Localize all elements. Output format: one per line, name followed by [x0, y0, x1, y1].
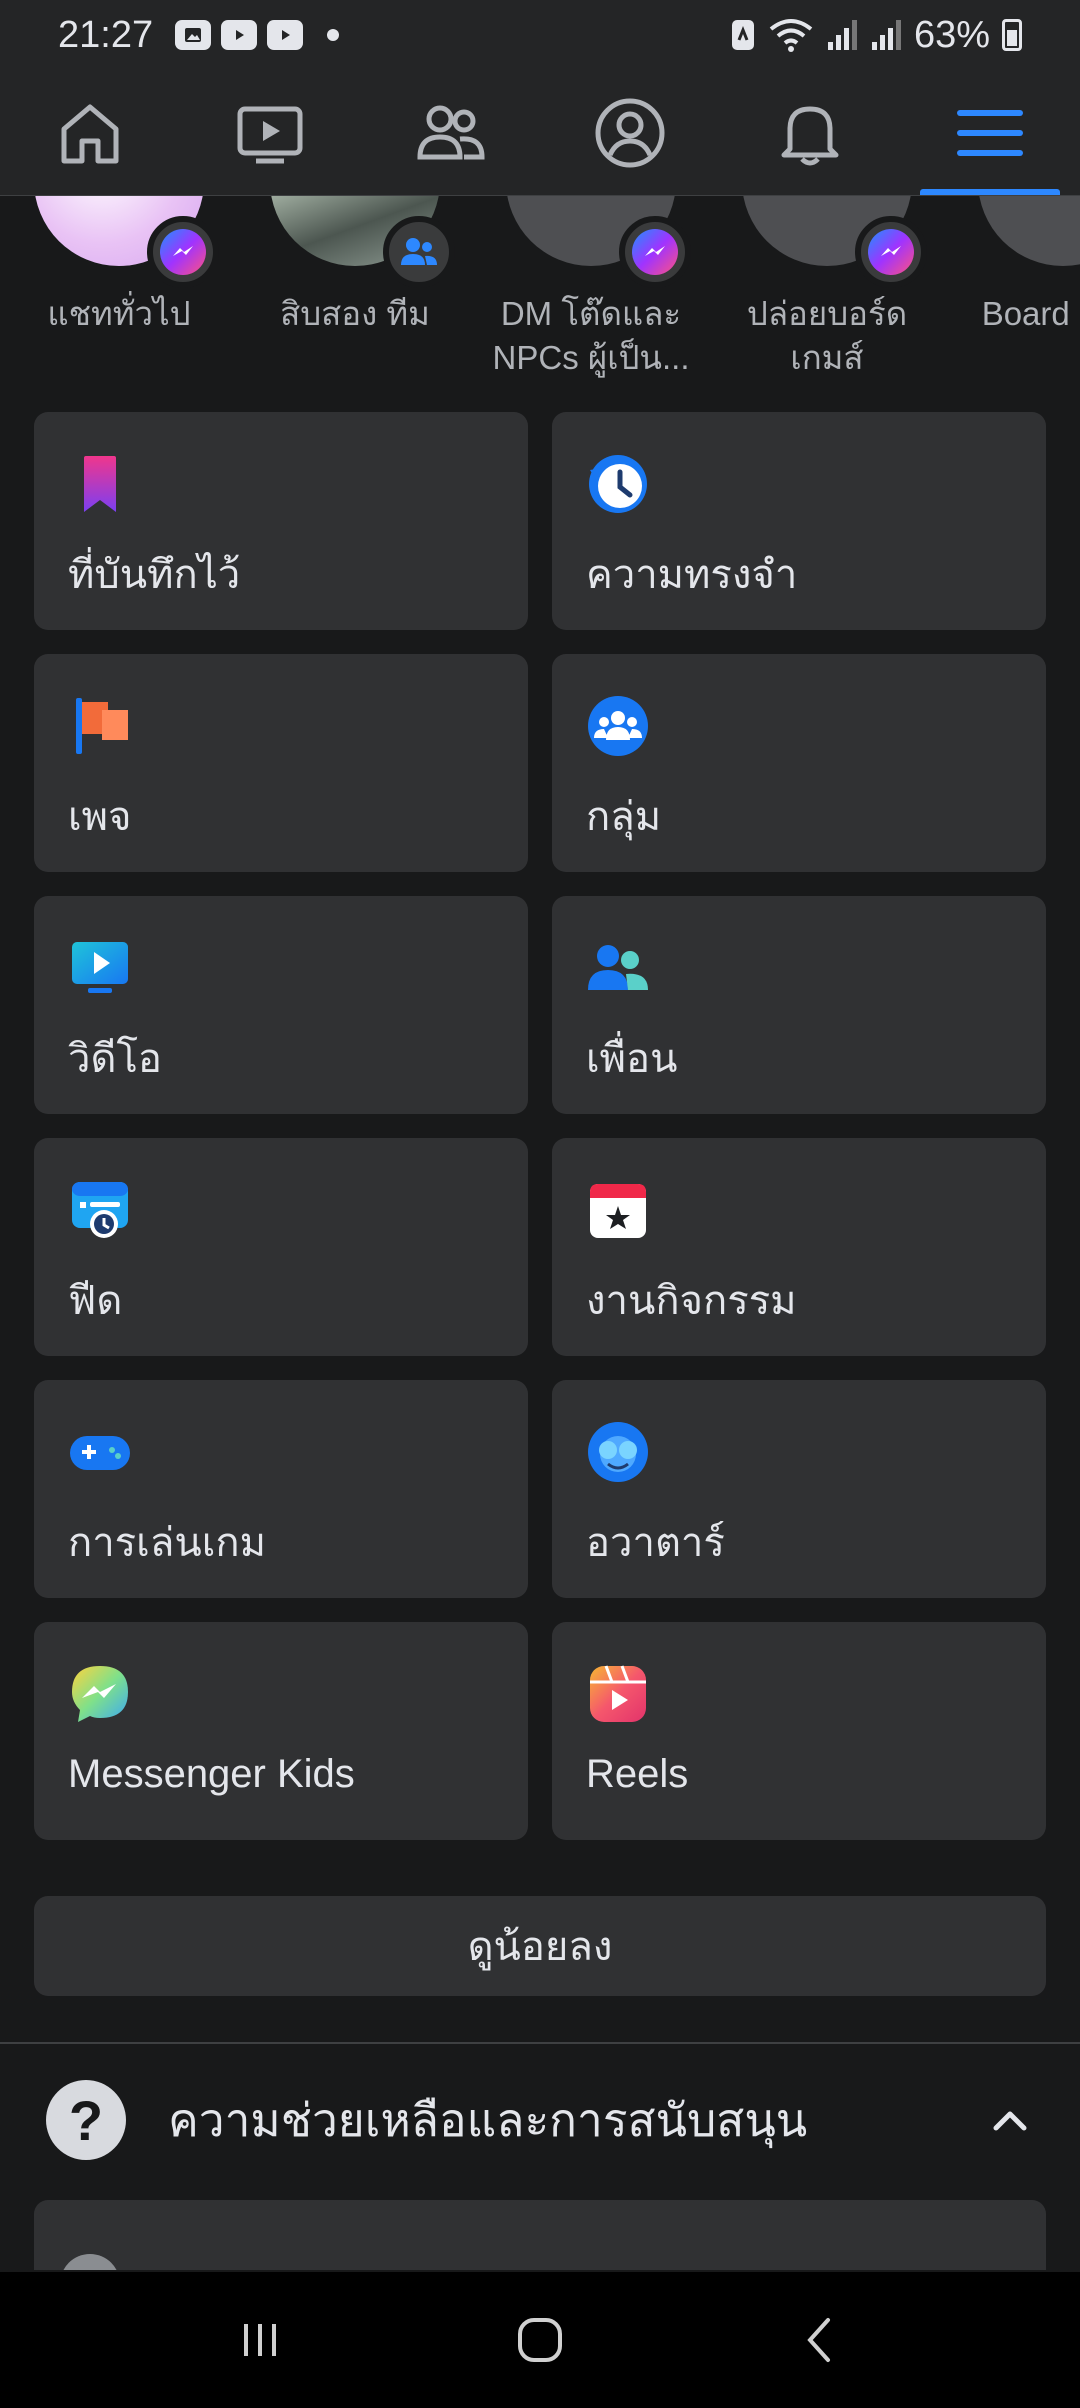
recent-apps-icon[interactable]	[230, 2310, 290, 2370]
menu-item-label: ฟีด	[68, 1279, 123, 1323]
dot-icon	[327, 29, 340, 41]
youtube-icon	[267, 20, 304, 50]
menu-item-saved[interactable]: ที่บันทึกไว้	[34, 412, 528, 630]
memories-clock-icon	[589, 455, 647, 513]
shortcut-label: แชททั่วไป	[47, 295, 191, 332]
shortcut-label: DM โต๊ดและ NPCs ผู้เป็น...	[492, 295, 690, 376]
menu-item-label: เพจ	[68, 795, 132, 839]
video-tv-icon	[72, 942, 128, 993]
avatar-icon	[588, 1422, 648, 1482]
menu-item-pages[interactable]: เพจ	[34, 654, 528, 872]
home-icon	[61, 104, 119, 163]
gallery-icon	[175, 20, 212, 50]
menu-item-memories[interactable]: ความทรงจำ	[552, 412, 1046, 630]
profile-icon	[595, 98, 665, 167]
flag-icon	[76, 698, 128, 754]
menu-item-avatars[interactable]: อวาตาร์	[552, 1380, 1046, 1598]
events-calendar-icon	[590, 1184, 646, 1238]
menu-item-groups[interactable]: กลุ่ม	[552, 654, 1046, 872]
friends-icon	[588, 945, 648, 990]
help-question-icon: ?	[46, 2080, 126, 2160]
video-icon	[237, 106, 303, 163]
lifebuoy-icon	[60, 2254, 120, 2270]
tab-profile[interactable]	[540, 70, 720, 195]
groups-icon	[588, 696, 648, 756]
help-and-support-section[interactable]: ? ความช่วยเหลือและการสนับสนุน	[0, 2070, 1080, 2170]
menu-item-label: วิดีโอ	[68, 1037, 162, 1081]
youtube-icon	[221, 20, 258, 50]
menu-item-label: ที่บันทึกไว้	[68, 553, 241, 597]
back-icon[interactable]	[790, 2310, 850, 2370]
avatar	[978, 196, 1080, 266]
help-item-card[interactable]	[34, 2200, 1046, 2270]
messenger-kids-icon	[72, 1666, 128, 1722]
menu-item-label: การเล่นเกม	[68, 1521, 266, 1565]
signal-icon	[827, 20, 857, 50]
friends-icon	[417, 105, 485, 159]
menu-item-label: Messenger Kids	[68, 1752, 355, 1796]
menu-item-messenger-kids[interactable]: Messenger Kids	[34, 1622, 528, 1840]
tab-menu[interactable]	[900, 70, 1080, 195]
messenger-badge-icon	[147, 216, 219, 288]
menu-item-friends[interactable]: เพื่อน	[552, 896, 1046, 1114]
group-badge-icon	[383, 216, 455, 288]
section-divider	[0, 2042, 1080, 2044]
menu-item-events[interactable]: งานกิจกรรม	[552, 1138, 1046, 1356]
status-system-icons: 63%	[730, 14, 1022, 57]
shortcut-label: สิบสอง ทีม	[280, 295, 430, 332]
tab-notifications[interactable]	[720, 70, 900, 195]
menu-item-label: งานกิจกรรม	[586, 1279, 797, 1323]
status-bar: 21:27 63%	[0, 0, 1080, 70]
wifi-icon	[769, 19, 813, 52]
menu-item-label: ความทรงจำ	[586, 553, 798, 597]
gamepad-icon	[70, 1436, 130, 1470]
shortcut-label: ปล่อยบอร์ดเกมส์	[746, 295, 908, 376]
menu-icon	[957, 109, 1023, 156]
signal-icon	[871, 20, 901, 50]
bookmark-icon	[84, 456, 116, 512]
shortcut-label: Board g จิ๋ว	[981, 295, 1080, 332]
tab-friends[interactable]	[360, 70, 540, 195]
menu-item-video[interactable]: วิดีโอ	[34, 896, 528, 1114]
menu-item-gaming[interactable]: การเล่นเกม	[34, 1380, 528, 1598]
status-time: 21:27	[58, 13, 154, 56]
menu-item-reels[interactable]: Reels	[552, 1622, 1046, 1840]
home-button-icon[interactable]	[510, 2310, 570, 2370]
menu-item-feed[interactable]: ฟีด	[34, 1138, 528, 1356]
nfc-icon	[731, 20, 754, 50]
chevron-up-icon[interactable]	[986, 2096, 1034, 2144]
battery-percent: 63%	[913, 13, 990, 56]
tab-home[interactable]	[0, 70, 180, 195]
menu-item-label: Reels	[586, 1752, 689, 1796]
bell-icon	[781, 106, 839, 165]
menu-grid: ที่บันทึกไว้ ความทรงจำ เพจ กลุ่ม วิดีโอ …	[34, 412, 1046, 1840]
feed-icon	[72, 1182, 128, 1238]
system-navigation-bar	[0, 2272, 1080, 2408]
help-section-label: ความช่วยเหลือและการสนับสนุน	[168, 2093, 808, 2146]
battery-icon	[1002, 19, 1022, 51]
menu-item-label: กลุ่ม	[586, 795, 662, 839]
tab-video[interactable]	[180, 70, 360, 195]
top-navigation	[0, 70, 1080, 196]
menu-item-label: เพื่อน	[586, 1037, 678, 1081]
menu-item-label: อวาตาร์	[586, 1521, 725, 1565]
messenger-badge-icon	[619, 216, 691, 288]
status-notification-icons	[175, 20, 340, 50]
reels-icon	[590, 1665, 646, 1722]
messenger-badge-icon	[855, 216, 927, 288]
see-less-button[interactable]: ดูน้อยลง	[34, 1896, 1046, 1996]
shortcuts-row: แชททั่วไป สิบสอง ทีม DM โต๊ดและ NPCs ผู้…	[0, 196, 1080, 386]
